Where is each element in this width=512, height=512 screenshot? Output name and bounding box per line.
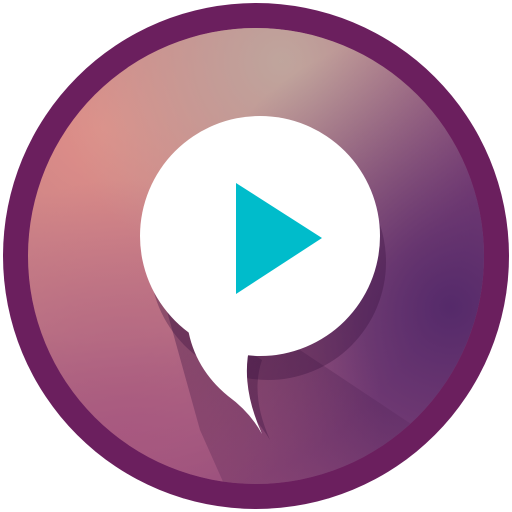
app-icon-graphic: [3, 3, 509, 509]
app-icon[interactable]: [0, 0, 512, 512]
